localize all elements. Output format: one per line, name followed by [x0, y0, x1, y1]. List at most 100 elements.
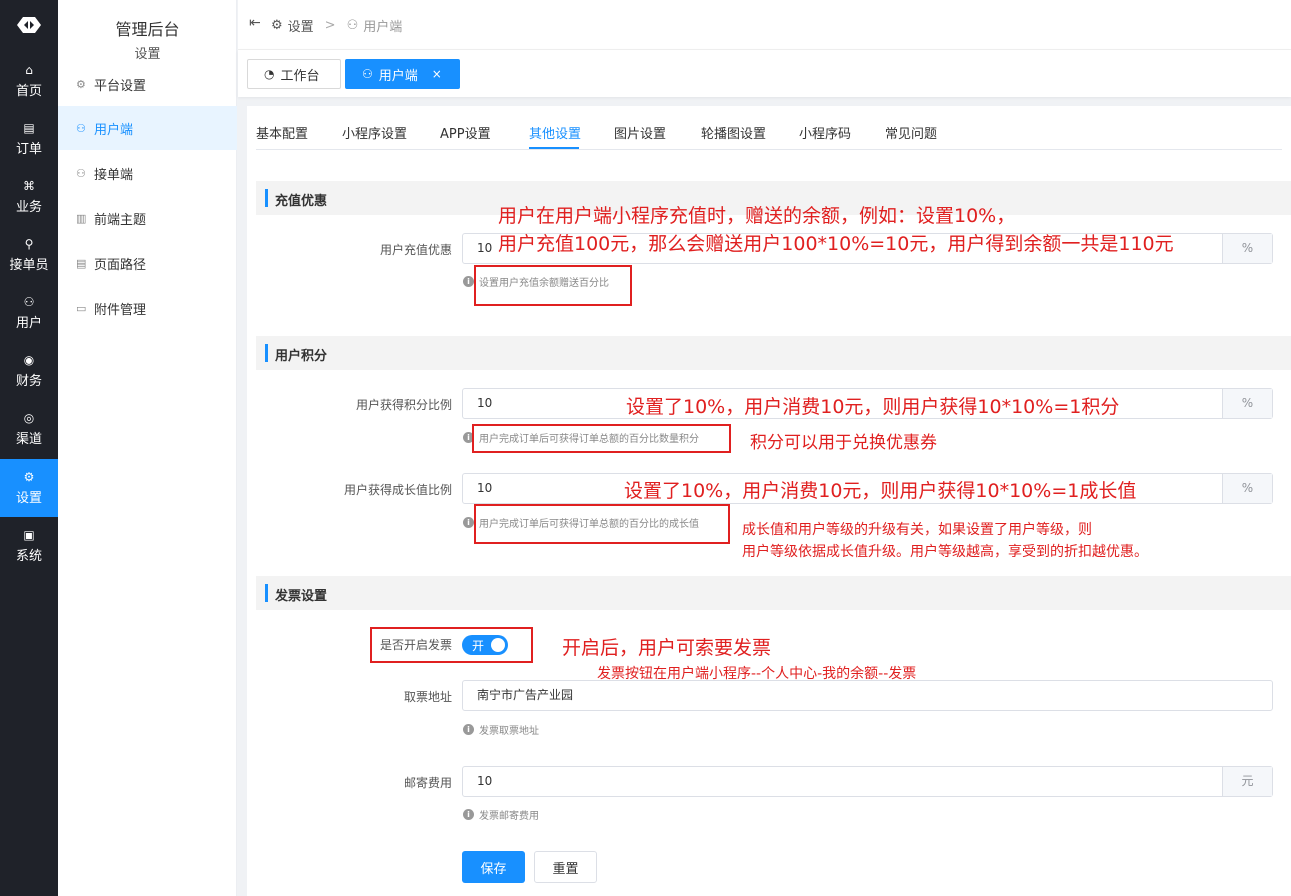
breadcrumb-item[interactable]: 设置 [288, 16, 314, 35]
tag-label: 工作台 [280, 68, 320, 84]
annotation-box-invoice [370, 627, 533, 663]
pickup-label: 取票地址 [403, 690, 452, 704]
submenu-subtitle: 设置 [134, 47, 161, 62]
annotation-points-2: 积分可以用于兑换优惠券 [750, 433, 937, 453]
section-bar [265, 344, 268, 362]
settings-icon: ⚙ [23, 470, 35, 484]
annotation-box-recharge [474, 265, 632, 306]
finance-icon: ◉ [23, 353, 35, 367]
section-bar [265, 584, 268, 602]
annotation-box-points [472, 424, 731, 453]
growth-label: 用户获得成长值比例 [343, 483, 452, 497]
reset-button[interactable]: 重置 [534, 851, 597, 883]
tag-workbench[interactable]: ◔ 工作台 [247, 59, 341, 89]
tab-images[interactable]: 图片设置 [614, 123, 666, 142]
annotation-recharge-2: 用户充值100元，那么会赠送用户100*10%=10元，用户得到余额一共是110… [498, 233, 1174, 255]
section-bar [265, 189, 268, 207]
close-icon[interactable]: × [432, 67, 442, 81]
rail-item-label: 设置 [15, 491, 42, 506]
tab-basic[interactable]: 基本配置 [256, 123, 308, 142]
rail-item-home[interactable]: ⌂ 首页 [0, 52, 58, 110]
section-title: 发票设置 [275, 589, 328, 604]
home-icon: ⌂ [25, 63, 33, 77]
main-nav-rail: ⌂ 首页 ▤ 订单 ⌘ 业务 ⚲ 接单员 ⚇ 用户 ◉ 财务 ◎ 渠道 ⚙ 设置… [0, 0, 58, 896]
pickup-hint: i 发票取票地址 [463, 722, 539, 737]
business-icon: ⌘ [23, 179, 35, 193]
annotation-recharge-1: 用户在用户端小程序充值时，赠送的余额，例如：设置10%， [498, 205, 1016, 227]
tab-carousel[interactable]: 轮播图设置 [701, 123, 766, 142]
percent-suffix: % [1222, 474, 1272, 503]
tag-user-client[interactable]: ⚇ 用户端 × [345, 59, 460, 89]
rail-item-label: 订单 [15, 142, 42, 157]
menu-fold-icon[interactable]: ⇤ [249, 15, 261, 31]
pickup-input[interactable]: 南宁市广告产业园 [463, 681, 1272, 710]
points-label: 用户获得积分比例 [355, 398, 452, 412]
rail-item-label: 接单员 [9, 258, 49, 273]
pickup-input-group: 南宁市广告产业园 [462, 680, 1273, 711]
tab-qrcode[interactable]: 小程序码 [799, 123, 851, 142]
settings-submenu: 管理后台 设置 ⚙ 平台设置 ⚇ 用户端 ⚇ 接单端 ▥ 前端主题 ▤ 页面路径… [58, 0, 237, 896]
submenu-item-label: 前端主题 [94, 212, 147, 228]
hint-text: 发票取票地址 [479, 726, 539, 737]
top-header: ⇤ ⚙ 设置 > ⚇ 用户端 [238, 0, 1291, 50]
submenu-item-label: 接单端 [94, 167, 134, 183]
user-icon: ⚇ [362, 67, 373, 81]
tab-other[interactable]: 其他设置 [529, 123, 581, 142]
bike-icon: ⚲ [24, 237, 34, 251]
rail-item-system[interactable]: ▣ 系统 [0, 517, 58, 575]
rail-item-settings[interactable]: ⚙ 设置 [0, 459, 58, 517]
order-icon: ▤ [23, 121, 35, 135]
archive-icon: ▭ [76, 301, 87, 315]
section-invoice: 发票设置 [256, 576, 1291, 610]
info-icon: i [463, 276, 474, 287]
rail-item-business[interactable]: ⌘ 业务 [0, 168, 58, 226]
submenu-item-attachments[interactable]: ▭ 附件管理 [58, 286, 237, 330]
annotation-invoice-1: 开启后，用户可索要发票 [562, 637, 772, 659]
annotation-growth-3: 用户等级依据成长值升级。用户等级越高，享受到的折扣越优惠。 [742, 544, 1148, 560]
postage-input-group: 10 元 [462, 766, 1273, 797]
submenu-item-user-client[interactable]: ⚇ 用户端 [58, 106, 237, 150]
user-icon: ⚇ [76, 121, 86, 135]
info-icon: i [463, 809, 474, 820]
rail-item-label: 首页 [15, 84, 42, 99]
tab-app[interactable]: APP设置 [440, 123, 491, 142]
recharge-label: 用户充值优惠 [379, 243, 452, 257]
save-button[interactable]: 保存 [462, 851, 525, 883]
dashboard-icon: ◔ [264, 67, 275, 81]
percent-suffix: % [1222, 389, 1272, 418]
section-points: 用户积分 [256, 336, 1291, 370]
submenu-item-label: 用户端 [94, 122, 134, 138]
tags-bar: ◔ 工作台 ⚇ 用户端 × [238, 50, 1291, 97]
info-icon: i [463, 724, 474, 735]
rail-item-label: 系统 [15, 549, 42, 564]
rail-item-finance[interactable]: ◉ 财务 [0, 342, 58, 400]
postage-hint: i 发票邮寄费用 [463, 807, 539, 822]
submenu-item-theme[interactable]: ▥ 前端主题 [58, 196, 237, 240]
submenu-item-page-path[interactable]: ▤ 页面路径 [58, 241, 237, 285]
rail-item-users[interactable]: ⚇ 用户 [0, 284, 58, 342]
logo-icon [0, 0, 58, 50]
active-tab-indicator [529, 147, 579, 149]
breadcrumb-item: 用户端 [363, 20, 403, 35]
rail-item-label: 业务 [15, 200, 42, 215]
rail-item-rider[interactable]: ⚲ 接单员 [0, 226, 58, 284]
rail-item-orders[interactable]: ▤ 订单 [0, 110, 58, 168]
tag-label: 用户端 [378, 68, 418, 84]
submenu-item-platform[interactable]: ⚙ 平台设置 [58, 62, 237, 106]
tab-faq[interactable]: 常见问题 [885, 123, 937, 142]
info-icon: i [463, 517, 474, 528]
rail-item-channel[interactable]: ◎ 渠道 [0, 400, 58, 458]
annotation-invoice-2: 发票按钮在用户端小程序--个人中心-我的余额--发票 [597, 666, 917, 682]
hint-text: 发票邮寄费用 [479, 811, 539, 822]
annotation-growth-1: 设置了10%，用户消费10元，则用户获得10*10%=1成长值 [624, 480, 1137, 502]
rail-item-label: 用户 [15, 316, 42, 331]
tab-miniprogram[interactable]: 小程序设置 [342, 123, 407, 142]
submenu-item-rider-client[interactable]: ⚇ 接单端 [58, 151, 237, 195]
annotation-growth-2: 成长值和用户等级的升级有关，如果设置了用户等级，则 [742, 522, 1092, 538]
system-icon: ▣ [23, 528, 35, 542]
postage-input[interactable]: 10 [463, 767, 1222, 796]
submenu-item-label: 平台设置 [94, 78, 147, 94]
section-title: 充值优惠 [275, 194, 328, 209]
gear-icon: ⚙ [76, 77, 86, 91]
annotation-box-growth [474, 504, 730, 544]
